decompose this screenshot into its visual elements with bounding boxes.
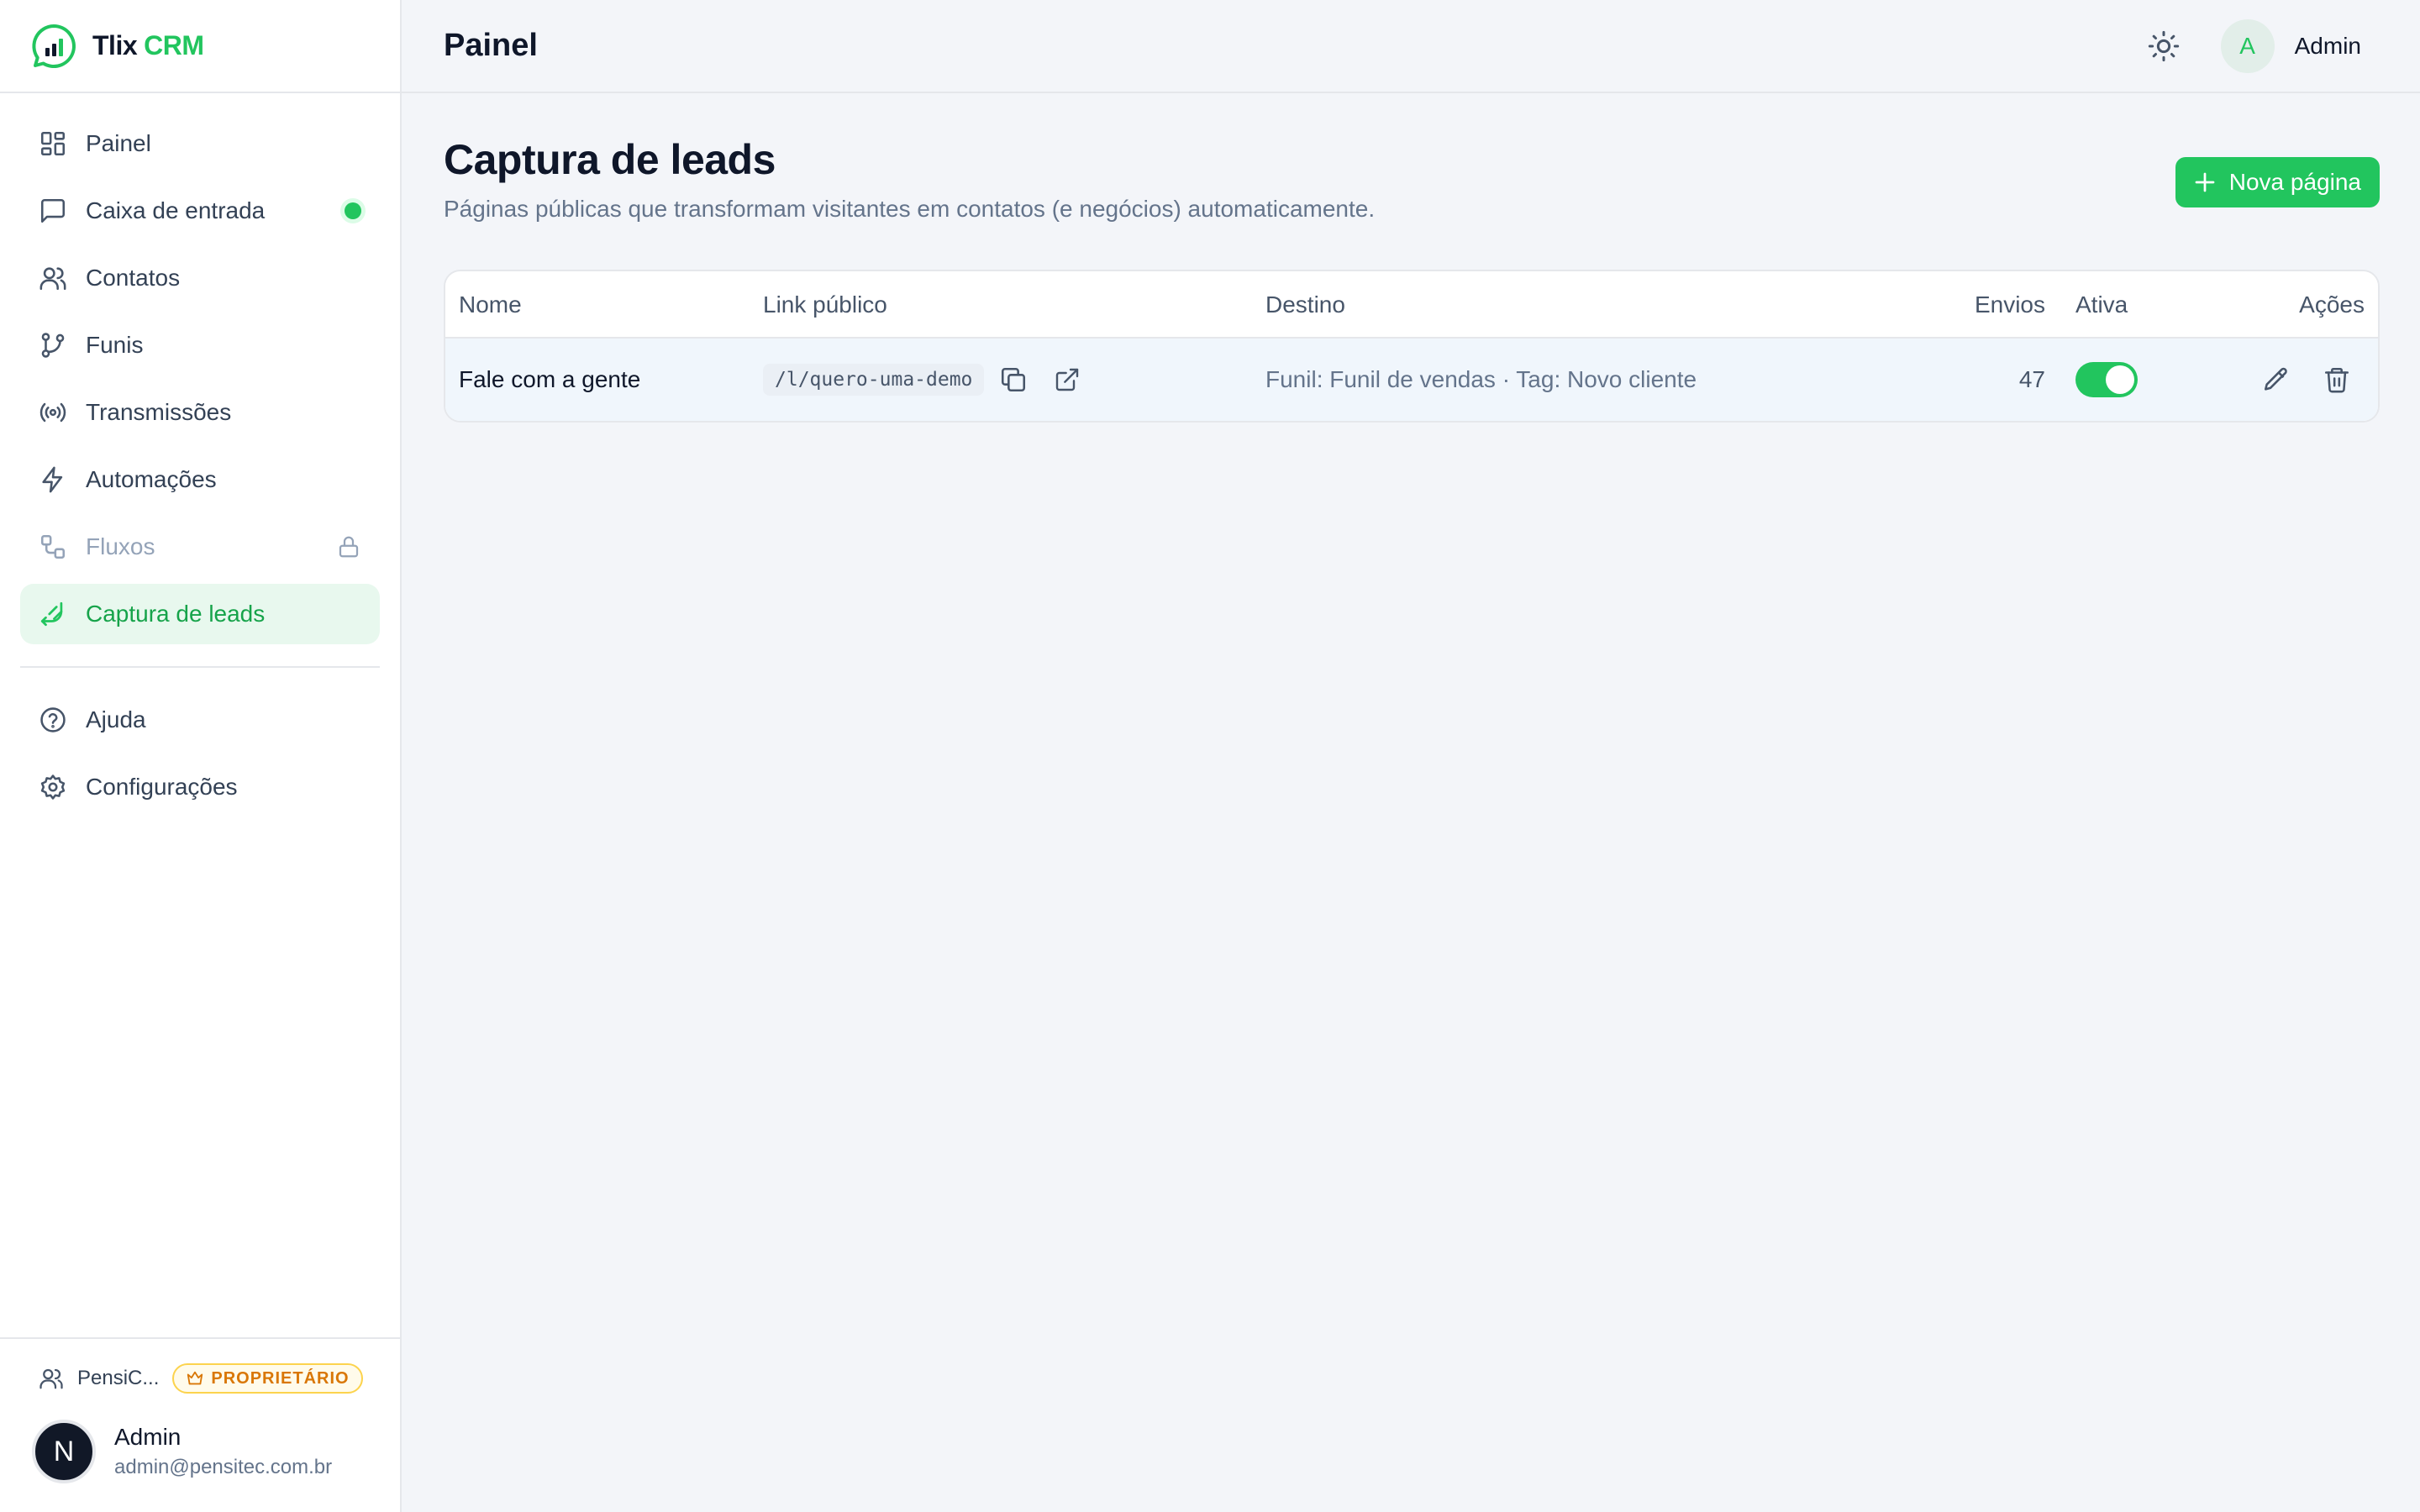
message-square-icon: [39, 197, 67, 225]
role-badge-label: PROPRIETÁRIO: [211, 1368, 350, 1388]
sidebar-item-label: Fluxos: [86, 533, 155, 559]
edit-button[interactable]: [2260, 364, 2292, 396]
sidebar-item-transmissoes[interactable]: Transmissões: [20, 382, 380, 443]
sidebar-item-fluxos[interactable]: Fluxos: [20, 517, 380, 577]
users-icon: [39, 264, 67, 292]
row-name: Fale com a gente: [459, 366, 641, 392]
brand[interactable]: Tlix CRM: [0, 0, 400, 93]
sidebar-item-ajuda[interactable]: Ajuda: [20, 690, 380, 750]
role-badge: PROPRIETÁRIO: [172, 1363, 363, 1394]
column-header-name: Nome: [459, 291, 522, 318]
user-email: admin@pensitec.com.br: [114, 1456, 333, 1478]
sidebar-item-label: Automações: [86, 466, 217, 492]
page-subtitle: Páginas públicas que transformam visitan…: [444, 196, 1376, 222]
user-card[interactable]: N Admin admin@pensitec.com.br: [32, 1420, 366, 1483]
active-toggle[interactable]: [2075, 362, 2138, 397]
main-nav: Painel Caixa de entrada Contatos Funis T…: [0, 93, 400, 817]
online-dot: [345, 202, 361, 219]
column-header-actions: Ações: [2299, 291, 2365, 318]
row-link-cell: /l/quero-uma-demo: [763, 339, 1083, 421]
main-content: Captura de leads Páginas públicas que tr…: [444, 93, 2380, 423]
workspace-name: PensiC...: [77, 1367, 160, 1389]
crown-icon: [186, 1369, 204, 1388]
settings-icon: [39, 773, 67, 801]
brand-name: Tlix CRM: [92, 30, 204, 61]
trash-icon: [2324, 367, 2349, 393]
avatar[interactable]: A: [2220, 18, 2275, 73]
sidebar-item-label: Configurações: [86, 774, 238, 800]
sidebar: Tlix CRM Painel Caixa de entrada Contatos: [0, 0, 402, 1512]
row-destination: Funil: Funil de vendas · Tag: Novo clien…: [1265, 366, 1697, 392]
workflow-icon: [39, 533, 67, 561]
external-link-icon: [1056, 368, 1079, 391]
sidebar-item-automacoes[interactable]: Automações: [20, 449, 380, 510]
column-header-submissions: Envios: [1974, 291, 2045, 318]
row-active-cell: [2075, 339, 2138, 421]
sidebar-footer: PensiC... PROPRIETÁRIO N Admin admin@pen…: [0, 1337, 400, 1512]
user-name: Admin: [114, 1424, 182, 1450]
sun-icon: [2147, 29, 2181, 63]
open-link-button[interactable]: [1051, 364, 1083, 396]
help-circle-icon: [39, 706, 67, 734]
delete-button[interactable]: [2321, 364, 2353, 396]
zap-icon: [39, 465, 67, 494]
sidebar-item-label: Painel: [86, 130, 151, 156]
brand-logo-icon: [30, 23, 77, 70]
sidebar-item-label: Funis: [86, 332, 144, 358]
sidebar-item-caixa-de-entrada[interactable]: Caixa de entrada: [20, 181, 380, 241]
sidebar-item-funis[interactable]: Funis: [20, 315, 380, 375]
avatar: N: [32, 1420, 96, 1483]
brand-name-accent: CRM: [144, 30, 204, 60]
top-header: Painel A Admin: [402, 0, 2420, 93]
header-user-name[interactable]: Admin: [2295, 33, 2361, 60]
column-header-active: Ativa: [2075, 291, 2128, 318]
page-header: Captura de leads Páginas públicas que tr…: [444, 93, 2380, 270]
workspace-switcher[interactable]: PensiC... PROPRIETÁRIO: [39, 1359, 366, 1398]
sidebar-item-label: Contatos: [86, 265, 181, 291]
user-info: Admin admin@pensitec.com.br: [114, 1424, 332, 1479]
public-link-slug: /l/quero-uma-demo: [763, 364, 985, 396]
lock-icon: [336, 534, 361, 559]
sidebar-item-label: Caixa de entrada: [86, 197, 266, 223]
copy-link-button[interactable]: [997, 364, 1029, 396]
git-branch-icon: [39, 331, 67, 360]
lead-pages-table: Nome Link público Destino Envios Ativa A…: [444, 270, 2380, 423]
row-actions: [2260, 339, 2353, 421]
theme-toggle-button[interactable]: [2144, 26, 2184, 66]
dashboard-icon: [39, 129, 67, 158]
sidebar-item-contatos[interactable]: Contatos: [20, 248, 380, 308]
copy-icon: [1002, 367, 1026, 392]
sidebar-item-label: Captura de leads: [86, 601, 266, 627]
table-header: Nome Link público Destino Envios Ativa A…: [445, 271, 2378, 339]
header-actions: A Admin: [2144, 18, 2378, 73]
column-header-destination: Destino: [1265, 291, 1345, 318]
sidebar-item-captura-de-leads[interactable]: Captura de leads: [20, 584, 380, 644]
pencil-icon: [2264, 367, 2287, 391]
header-title: Painel: [444, 28, 538, 63]
column-header-link: Link público: [763, 291, 887, 318]
radio-icon: [39, 398, 67, 427]
new-page-button-label: Nova página: [2228, 169, 2361, 195]
sidebar-item-label: Transmissões: [86, 399, 232, 425]
users-icon: [39, 1366, 64, 1391]
sidebar-item-configuracoes[interactable]: Configurações: [20, 757, 380, 817]
toggle-knob: [2106, 365, 2134, 394]
sidebar-item-painel[interactable]: Painel: [20, 113, 380, 174]
table-row[interactable]: Fale com a gente /l/quero-uma-demo Funil…: [445, 339, 2378, 421]
new-page-button[interactable]: Nova página: [2175, 157, 2380, 207]
plus-icon: [2192, 170, 2217, 195]
nav-divider: [20, 666, 380, 668]
brand-name-main: Tlix: [92, 30, 138, 60]
page-title: Captura de leads: [444, 136, 776, 183]
row-submissions: 47: [2018, 366, 2045, 392]
lead-capture-icon: [39, 600, 67, 628]
sidebar-item-label: Ajuda: [86, 706, 146, 732]
